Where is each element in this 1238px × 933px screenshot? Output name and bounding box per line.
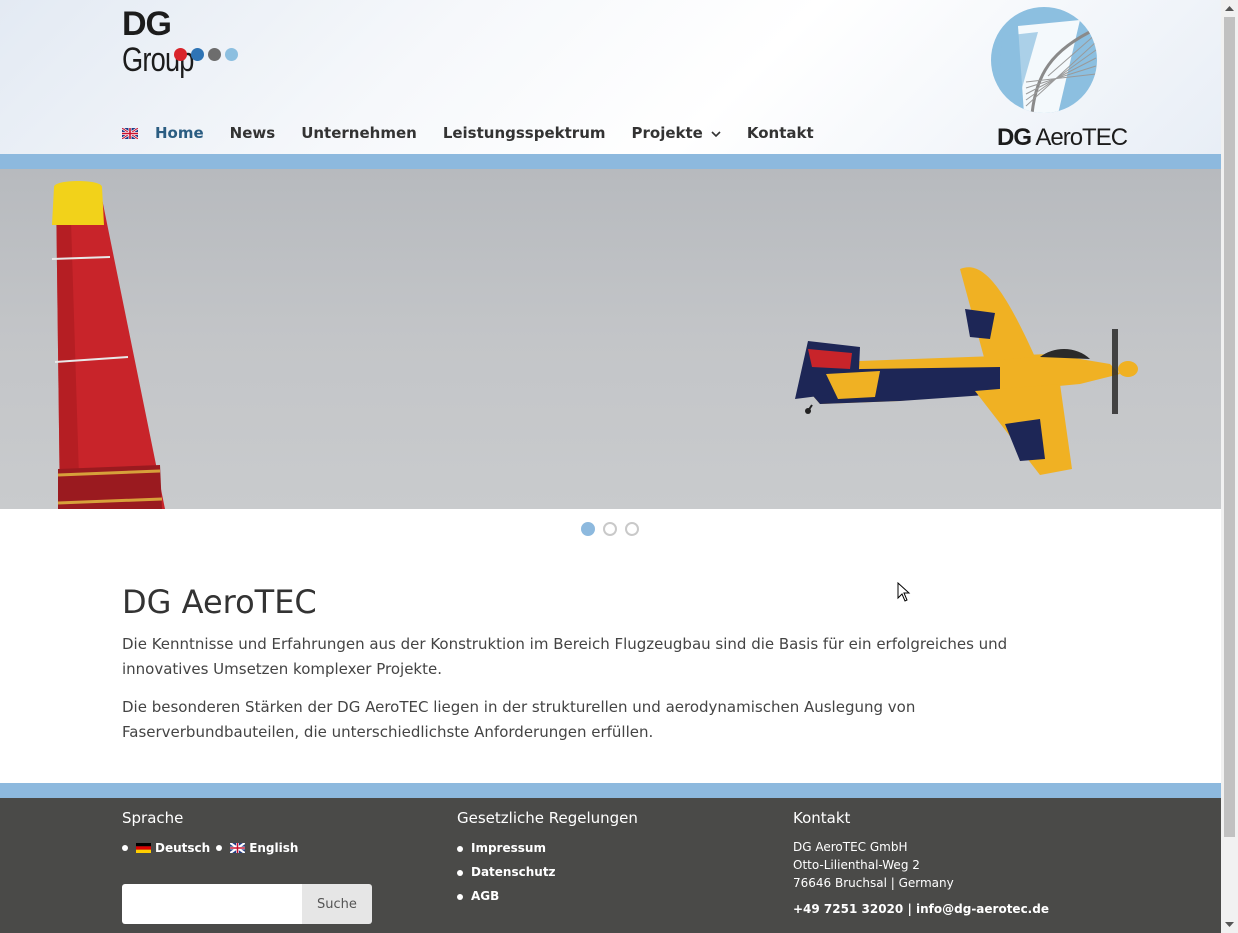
- scrollbar-thumb[interactable]: [1224, 17, 1235, 837]
- dg-aerotec-logo[interactable]: DG AeroTEC: [988, 6, 1128, 151]
- bullet: [122, 845, 128, 851]
- nav-projekte[interactable]: Projekte: [632, 124, 721, 142]
- nav-unternehmen[interactable]: Unternehmen: [301, 124, 417, 142]
- footer-contact-column: Kontakt DG AeroTEC GmbH Otto-Lilienthal-…: [793, 808, 1049, 916]
- german-flag-icon[interactable]: [136, 843, 151, 853]
- site-footer: Sprache Deutsch English Suche Gesetzlich…: [0, 798, 1221, 933]
- logo-dot-red: [174, 48, 187, 61]
- company-street: Otto-Lilienthal-Weg 2: [793, 858, 920, 872]
- footer-legal-column: Gesetzliche Regelungen Impressum Datensc…: [457, 808, 638, 908]
- uk-flag-icon[interactable]: [230, 843, 246, 853]
- page: DGGroup Home News Unternehmen Leistungss…: [0, 0, 1221, 933]
- legal-links: Impressum Datenschutz AGB: [457, 836, 638, 908]
- footer-language-heading: Sprache: [122, 809, 184, 827]
- hero-slide-image: [0, 169, 1221, 509]
- nav-kontakt[interactable]: Kontakt: [747, 124, 814, 142]
- nav-news[interactable]: News: [230, 124, 276, 142]
- footer-language-column: Sprache Deutsch English: [122, 808, 304, 860]
- footer-legal-heading: Gesetzliche Regelungen: [457, 809, 638, 827]
- logo-dot-lightblue: [225, 48, 238, 61]
- company-address: DG AeroTEC GmbH Otto-Lilienthal-Weg 2 76…: [793, 838, 1049, 892]
- page-title: DG AeroTEC: [122, 583, 317, 621]
- footer-divider: [0, 783, 1221, 798]
- logo-dot-grey: [208, 48, 221, 61]
- site-header: DGGroup Home News Unternehmen Leistungss…: [0, 0, 1221, 154]
- aerotec-emblem-icon: [991, 7, 1097, 113]
- language-deutsch-link[interactable]: Deutsch: [155, 836, 210, 860]
- slider-pagination: [581, 522, 639, 536]
- uk-flag-icon[interactable]: [122, 127, 138, 139]
- footer-contact-heading: Kontakt: [793, 809, 851, 827]
- scroll-up-arrow-icon[interactable]: [1225, 5, 1234, 13]
- search-input[interactable]: [122, 884, 302, 924]
- nav-leistungsspektrum[interactable]: Leistungsspektrum: [443, 124, 606, 142]
- footer-search: Suche: [122, 884, 372, 924]
- air-race-pylon-and-plane-image: [51, 181, 1138, 509]
- main-content: DG AeroTEC Die Kenntnisse und Erfahrunge…: [122, 582, 1082, 745]
- contact-line: +49 7251 32020 | info@dg-aerotec.de: [793, 902, 1049, 916]
- company-name: DG AeroTEC GmbH: [793, 840, 908, 854]
- logo-aerotec-light: AeroTEC: [1035, 124, 1128, 151]
- logo-group-strong: DG: [122, 5, 172, 43]
- intro-paragraph-2: Die besonderen Stärken der DG AeroTEC li…: [122, 698, 916, 741]
- slider-dot-3[interactable]: [625, 522, 639, 536]
- scroll-down-arrow-icon[interactable]: [1225, 920, 1234, 928]
- logo-dots: [174, 48, 238, 61]
- agb-link[interactable]: AGB: [457, 884, 638, 908]
- phone-link[interactable]: +49 7251 32020: [793, 902, 903, 916]
- email-link[interactable]: info@dg-aerotec.de: [916, 902, 1049, 916]
- page-scrollbar[interactable]: [1221, 0, 1238, 933]
- bullet: [216, 845, 223, 851]
- language-switcher: Deutsch English: [122, 836, 304, 860]
- language-english-link[interactable]: English: [249, 836, 298, 860]
- search-button[interactable]: Suche: [302, 884, 372, 924]
- company-city: 76646 Bruchsal | Germany: [793, 876, 954, 890]
- slider-dot-1[interactable]: [581, 522, 595, 536]
- datenschutz-link[interactable]: Datenschutz: [457, 860, 638, 884]
- dg-group-logo[interactable]: DGGroup: [122, 5, 242, 78]
- chevron-down-icon: [711, 130, 721, 137]
- nav-home[interactable]: Home: [155, 124, 204, 142]
- contact-separator: |: [903, 902, 917, 916]
- logo-aerotec-strong: DG: [997, 124, 1032, 151]
- logo-dot-blue: [191, 48, 204, 61]
- main-navigation: Home News Unternehmen Leistungsspektrum …: [122, 120, 840, 146]
- header-divider: [0, 154, 1221, 169]
- slider-dot-2[interactable]: [603, 522, 617, 536]
- mouse-cursor-icon: [897, 582, 911, 602]
- impressum-link[interactable]: Impressum: [457, 836, 638, 860]
- nav-projekte-label: Projekte: [631, 124, 703, 142]
- intro-paragraph-1: Die Kenntnisse und Erfahrungen aus der K…: [122, 635, 1008, 678]
